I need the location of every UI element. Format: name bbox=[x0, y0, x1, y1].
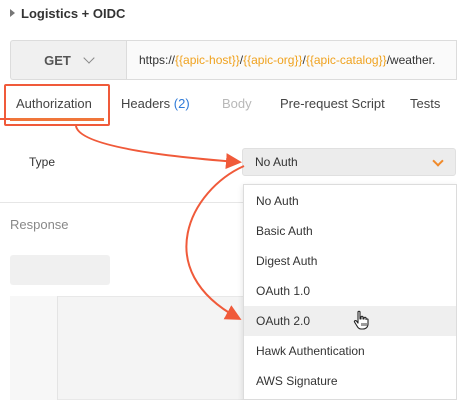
collection-header[interactable]: Logistics + OIDC bbox=[0, 0, 125, 26]
tab-headers[interactable]: Headers (2) bbox=[121, 96, 190, 111]
menu-item-basic-auth[interactable]: Basic Auth bbox=[244, 216, 456, 246]
menu-item-hawk-authentication[interactable]: Hawk Authentication bbox=[244, 336, 456, 366]
request-url-bar: GET https://{{apic-host}} / {{apic-org}} /{… bbox=[10, 40, 457, 80]
annotation-highlight-box bbox=[4, 84, 110, 126]
auth-type-menu: No Auth Basic Auth Digest Auth OAuth 1.0… bbox=[243, 184, 457, 400]
menu-item-no-auth[interactable]: No Auth bbox=[244, 186, 456, 216]
menu-item-aws-signature[interactable]: AWS Signature bbox=[244, 366, 456, 396]
url-variable: {{apic-org}} bbox=[243, 53, 303, 67]
chevron-down-icon bbox=[83, 52, 95, 64]
response-label: Response bbox=[10, 217, 69, 232]
url-text: /weather. bbox=[386, 53, 436, 67]
url-variable: {{apic-host}} bbox=[175, 53, 240, 67]
url-input[interactable]: https://{{apic-host}} / {{apic-org}} / {{api… bbox=[126, 40, 457, 80]
annotation-arrow-to-select bbox=[75, 125, 242, 170]
collection-title: Logistics + OIDC bbox=[21, 5, 126, 21]
tab-body[interactable]: Body bbox=[222, 96, 252, 111]
method-label: GET bbox=[44, 52, 71, 68]
tab-prerequest-script[interactable]: Pre-request Script bbox=[280, 96, 385, 111]
chevron-down-icon bbox=[432, 155, 444, 167]
auth-type-label: Type bbox=[29, 155, 56, 169]
response-placeholder-pill bbox=[10, 255, 110, 285]
menu-item-oauth-1[interactable]: OAuth 1.0 bbox=[244, 276, 456, 306]
section-divider bbox=[0, 202, 243, 203]
annotation-line bbox=[0, 118, 10, 120]
url-text: https:// bbox=[139, 53, 176, 67]
url-variable: {{apic-catalog}} bbox=[305, 53, 387, 67]
headers-count-badge: (2) bbox=[173, 96, 190, 111]
tab-tests[interactable]: Tests bbox=[410, 96, 440, 111]
tab-headers-label: Headers bbox=[121, 96, 171, 111]
triangle-right-icon bbox=[10, 9, 15, 17]
menu-item-digest-auth[interactable]: Digest Auth bbox=[244, 246, 456, 276]
response-line-gutter bbox=[10, 296, 58, 400]
auth-type-select[interactable]: No Auth bbox=[242, 148, 456, 176]
method-select[interactable]: GET bbox=[10, 40, 126, 80]
auth-type-selected: No Auth bbox=[255, 155, 298, 169]
menu-item-oauth-2[interactable]: OAuth 2.0 bbox=[244, 306, 456, 336]
hand-pointer-icon bbox=[353, 310, 369, 330]
